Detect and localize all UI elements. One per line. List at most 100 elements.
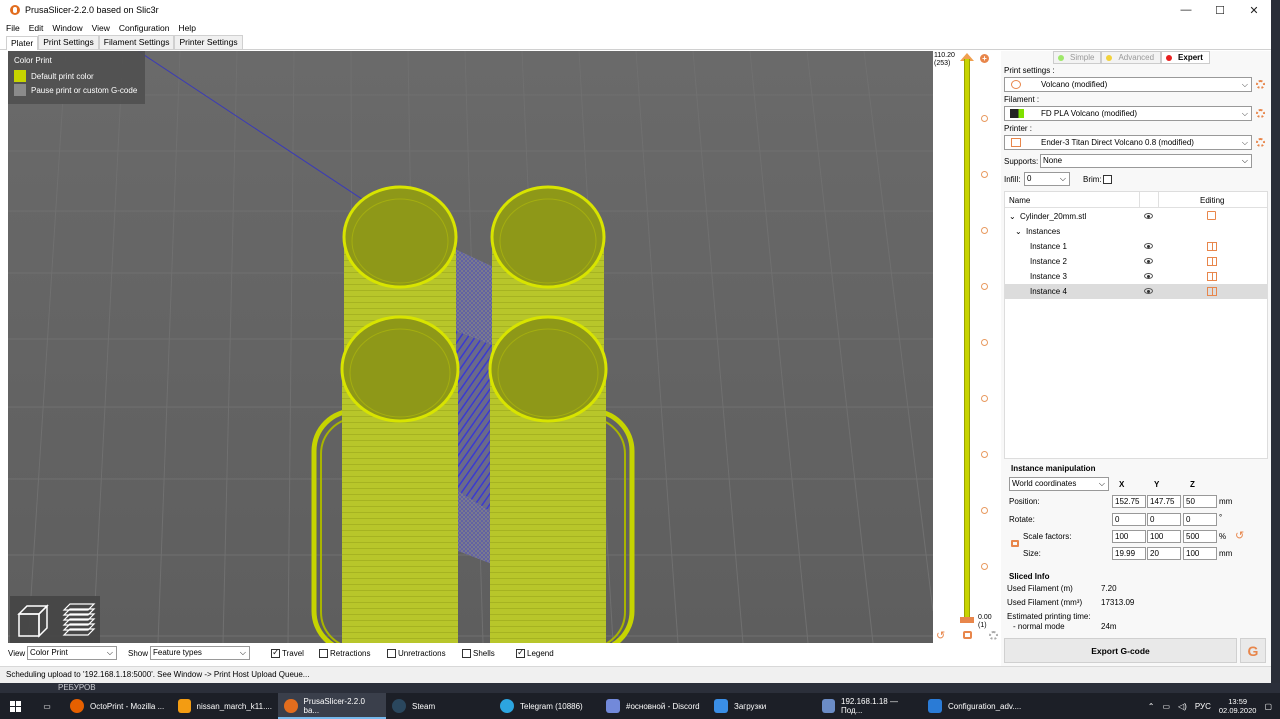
supports-combo[interactable]: None ⌵ <box>1040 154 1252 168</box>
mode-expert-button[interactable]: Expert <box>1161 51 1210 64</box>
print-settings-combo[interactable]: Volcano (modified) ⌵ <box>1004 77 1252 92</box>
color-change-tick-icon[interactable] <box>981 563 988 570</box>
object-row[interactable]: ⌄ Cylinder_20mm.stl <box>1005 209 1267 224</box>
menu-configuration[interactable]: Configuration <box>119 23 170 33</box>
maximize-button[interactable]: ☐ <box>1203 0 1237 20</box>
send-to-printer-icon[interactable]: G <box>1240 638 1266 663</box>
color-change-tick-icon[interactable] <box>981 227 988 234</box>
tab-filament-settings[interactable]: Filament Settings <box>98 35 175 49</box>
layer-slider[interactable]: 110.20 (253) + 0.00 (1) ↺ <box>933 51 1001 643</box>
minimize-button[interactable]: — <box>1169 0 1203 20</box>
tab-printer-settings[interactable]: Printer Settings <box>174 35 243 49</box>
slider-bottom-thumb[interactable] <box>960 617 974 623</box>
filament-gear-icon[interactable] <box>1256 109 1265 118</box>
menu-edit[interactable]: Edit <box>29 23 44 33</box>
taskbar-app-telegram[interactable]: Telegram (10886) <box>494 693 600 719</box>
tab-print-settings[interactable]: Print Settings <box>38 35 99 49</box>
eye-icon[interactable] <box>1144 213 1153 219</box>
color-change-tick-icon[interactable] <box>981 283 988 290</box>
position-x-input[interactable]: 152.75 <box>1112 495 1146 508</box>
start-button[interactable] <box>0 693 30 719</box>
eye-icon[interactable] <box>1144 288 1153 294</box>
slider-track[interactable] <box>964 59 970 623</box>
unretractions-checkbox[interactable] <box>387 649 396 658</box>
edit-settings-icon[interactable] <box>1207 211 1216 220</box>
taskbar-app-steam[interactable]: Steam <box>386 693 494 719</box>
size-x-input[interactable]: 19.99 <box>1112 547 1146 560</box>
language-indicator[interactable]: РУС <box>1195 702 1211 711</box>
travel-checkbox[interactable] <box>271 647 280 658</box>
instance-icon[interactable] <box>1207 287 1217 296</box>
lock-icon[interactable] <box>963 631 972 639</box>
scale-y-input[interactable]: 100 <box>1147 530 1181 543</box>
task-view-icon[interactable]: ▭ <box>30 693 64 719</box>
notifications-icon[interactable]: ▢ <box>1264 702 1272 711</box>
eye-icon[interactable] <box>1144 273 1153 279</box>
taskbar-app-vscode[interactable]: Configuration_adv.... <box>922 693 1030 719</box>
color-change-tick-icon[interactable] <box>981 451 988 458</box>
instance-row[interactable]: Instance 1 <box>1005 239 1267 254</box>
color-change-tick-icon[interactable] <box>981 507 988 514</box>
network-icon[interactable]: ▭ <box>1162 702 1170 711</box>
menu-window[interactable]: Window <box>52 23 82 33</box>
rotate-x-input[interactable]: 0 <box>1112 513 1146 526</box>
instance-icon[interactable] <box>1207 242 1217 251</box>
rotate-z-input[interactable]: 0 <box>1183 513 1217 526</box>
size-y-input[interactable]: 20 <box>1147 547 1181 560</box>
scale-z-input[interactable]: 500 <box>1183 530 1217 543</box>
slider-settings-gear-icon[interactable] <box>989 631 998 640</box>
size-z-input[interactable]: 100 <box>1183 547 1217 560</box>
instance-icon[interactable] <box>1207 272 1217 281</box>
color-change-tick-icon[interactable] <box>981 115 988 122</box>
view-type-combo[interactable]: Color Print ⌵ <box>27 646 117 660</box>
color-change-tick-icon[interactable] <box>981 171 988 178</box>
shells-checkbox[interactable] <box>462 649 471 658</box>
printer-gear-icon[interactable] <box>1256 138 1265 147</box>
eye-icon[interactable] <box>1144 258 1153 264</box>
revert-icon[interactable]: ↺ <box>936 629 945 642</box>
taskbar-app-prusaslicer[interactable]: PrusaSlicer-2.2.0 ba... <box>278 693 386 719</box>
infill-combo[interactable]: 0 ⌵ <box>1024 172 1070 186</box>
eye-icon[interactable] <box>1144 243 1153 249</box>
position-z-input[interactable]: 50 <box>1183 495 1217 508</box>
preview-layers-icon[interactable] <box>58 600 98 640</box>
gcode-preview-viewport[interactable]: Color Print Default print color Pause pr… <box>8 51 933 643</box>
filament-combo[interactable]: FD PLA Volcano (modified) ⌵ <box>1004 106 1252 121</box>
taskbar-app-nissan[interactable]: nissan_march_k11.... <box>172 693 278 719</box>
instance-row[interactable]: Instance 3 <box>1005 269 1267 284</box>
menu-view[interactable]: View <box>92 23 110 33</box>
export-gcode-button[interactable]: Export G-code <box>1004 638 1237 663</box>
reset-scale-icon[interactable]: ↺ <box>1235 529 1244 542</box>
collapse-chevron-icon[interactable]: ⌄ <box>1015 224 1022 239</box>
position-y-input[interactable]: 147.75 <box>1147 495 1181 508</box>
menu-file[interactable]: File <box>6 23 20 33</box>
volume-icon[interactable]: ◁) <box>1178 702 1187 711</box>
menu-help[interactable]: Help <box>178 23 195 33</box>
brim-checkbox[interactable] <box>1103 175 1112 184</box>
mode-advanced-button[interactable]: Advanced <box>1101 51 1162 64</box>
instances-row[interactable]: ⌄ Instances <box>1005 224 1267 239</box>
legend-checkbox[interactable] <box>516 647 525 658</box>
color-change-tick-icon[interactable] <box>981 339 988 346</box>
instance-icon[interactable] <box>1207 257 1217 266</box>
rotate-y-input[interactable]: 0 <box>1147 513 1181 526</box>
print-settings-gear-icon[interactable] <box>1256 80 1265 89</box>
taskbar-app-discord[interactable]: #основной - Discord <box>600 693 708 719</box>
instance-row[interactable]: Instance 2 <box>1005 254 1267 269</box>
scale-x-input[interactable]: 100 <box>1112 530 1146 543</box>
mode-simple-button[interactable]: Simple <box>1053 51 1102 64</box>
taskbar-app-downloads[interactable]: Загрузки <box>708 693 816 719</box>
add-color-change-icon[interactable]: + <box>980 54 989 63</box>
color-change-tick-icon[interactable] <box>981 395 988 402</box>
clock[interactable]: 13:59 02.09.2020 <box>1219 697 1257 715</box>
close-button[interactable]: ✕ <box>1237 0 1271 20</box>
coordinate-system-combo[interactable]: World coordinates ⌵ <box>1009 477 1109 491</box>
printer-combo[interactable]: Ender-3 Titan Direct Volcano 0.8 (modifi… <box>1004 135 1252 150</box>
scale-lock-icon[interactable] <box>1011 540 1019 547</box>
taskbar-app-octoprint[interactable]: OctoPrint - Mozilla ... <box>64 693 172 719</box>
instance-row[interactable]: Instance 4 <box>1005 284 1267 299</box>
3d-view-icon[interactable] <box>13 600 53 640</box>
show-combo[interactable]: Feature types ⌵ <box>150 646 250 660</box>
taskbar-app-remote[interactable]: 192.168.1.18 — Под... <box>816 693 922 719</box>
chevron-up-icon[interactable]: ⌃ <box>1148 702 1155 711</box>
